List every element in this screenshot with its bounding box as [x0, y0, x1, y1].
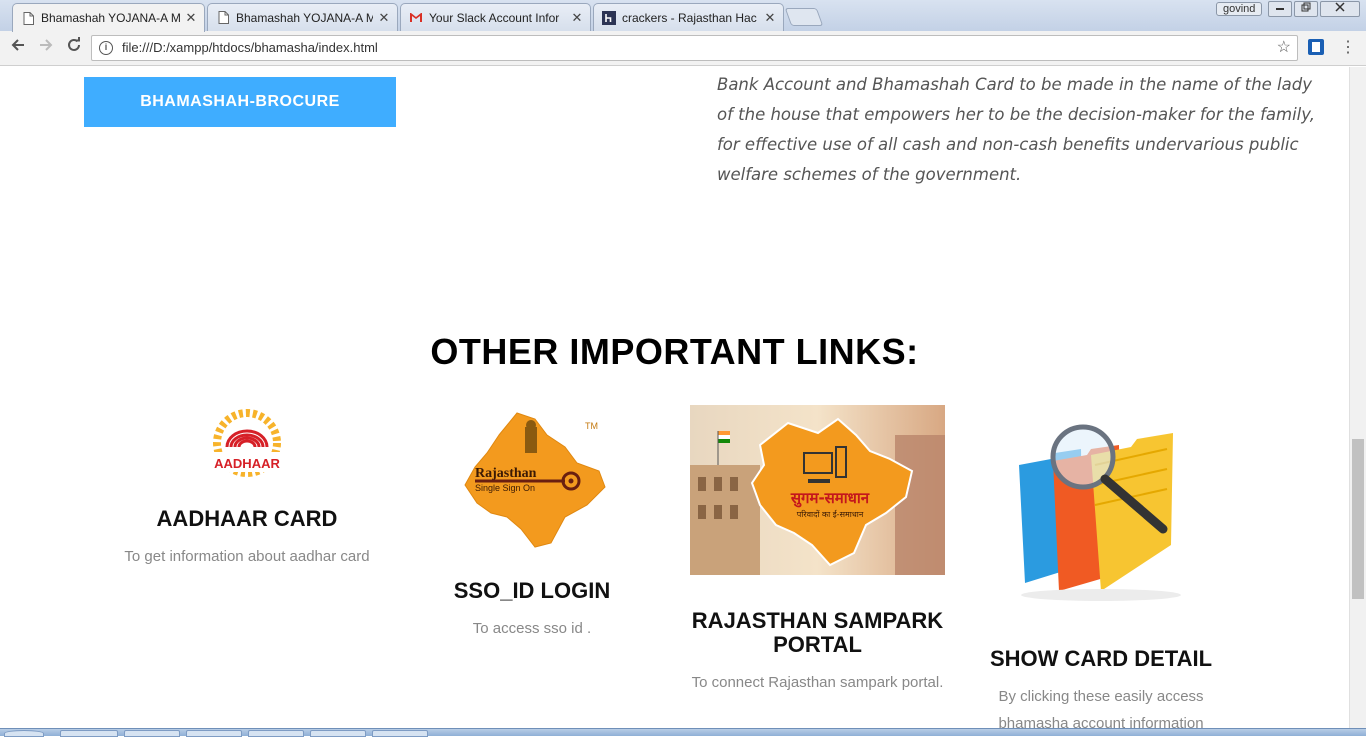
folders-image [975, 405, 1227, 605]
card-title[interactable]: SSO_ID LOGIN [412, 579, 652, 603]
aadhaar-card[interactable]: AADHAAR AADHAAR CARD To get information … [117, 405, 377, 570]
intro-paragraph: Bank Account and Bhamashah Card to be ma… [717, 75, 1315, 184]
card-description: To access sso id . [472, 620, 592, 637]
document-icon [21, 11, 35, 25]
card-description: To connect Rajasthan sampark portal. [691, 674, 944, 691]
tab-title: Bhamashah YOJANA-A M [41, 11, 180, 25]
emblem-icon [525, 420, 537, 453]
profile-button[interactable]: govind [1216, 2, 1263, 16]
tab-bhamashah-2[interactable]: Bhamashah YOJANA-A M ✕ [207, 3, 398, 31]
back-arrow-icon[interactable] [6, 37, 30, 59]
close-icon[interactable]: ✕ [763, 10, 777, 26]
hackerearth-icon [602, 10, 616, 25]
sampark-logo: सुगम-समाधान परिवादों का ई-समाधान [690, 405, 945, 575]
close-icon[interactable]: ✕ [184, 10, 198, 26]
windows-taskbar [0, 728, 1366, 737]
brocure-button[interactable]: BHAMASHAH-BROCURE [84, 77, 396, 127]
bookmark-star-icon[interactable]: ☆ [1277, 36, 1291, 60]
reload-icon[interactable] [62, 37, 86, 59]
forward-arrow-icon[interactable] [34, 37, 58, 59]
card-description: To get information about aadhar card [124, 548, 370, 565]
page-viewport: BHAMASHAH-BROCURE Bank Account and Bhama… [0, 67, 1349, 728]
aadhaar-logo-text: AADHAAR [214, 456, 280, 471]
tab-title: Bhamashah YOJANA-A M [236, 10, 373, 25]
card-description: By clicking these easily access bhamasha… [998, 688, 1204, 728]
restore-icon[interactable] [1294, 1, 1318, 17]
url-text: file:///D:/xampp/htdocs/bhamasha/index.h… [122, 40, 378, 55]
trademark-text: TM [585, 421, 598, 431]
sampark-logo-title: सुगम-समाधान [790, 489, 870, 508]
close-icon[interactable]: ✕ [377, 10, 391, 26]
minimize-icon[interactable] [1268, 1, 1292, 17]
sampark-logo-subtitle: परिवादों का ई-समाधान [797, 509, 864, 519]
tab-title: Your Slack Account Infor [429, 10, 560, 25]
card-title[interactable]: RAJASTHAN SAMPARK PORTAL [690, 609, 945, 657]
vertical-scrollbar[interactable] [1349, 67, 1366, 728]
sso-logo: TM Rajasthan Single Sign On [412, 405, 652, 555]
tab-title: crackers - Rajasthan Hac [622, 10, 757, 25]
address-bar[interactable]: i file:///D:/xampp/htdocs/bhamasha/index… [91, 35, 1298, 61]
menu-dots-icon[interactable]: ⋮ [1340, 37, 1356, 59]
sso-card[interactable]: TM Rajasthan Single Sign On SSO_ID LOGIN… [412, 405, 652, 642]
section-title: OTHER IMPORTANT LINKS: [430, 331, 919, 372]
tab-strip: Bhamashah YOJANA-A M ✕ Bhamashah YOJANA-… [0, 0, 1366, 32]
tab-slack[interactable]: Your Slack Account Infor ✕ [400, 3, 591, 31]
bookmark-extension-icon[interactable] [1308, 39, 1324, 55]
sampark-card[interactable]: सुगम-समाधान परिवादों का ई-समाधान RAJASTH… [690, 405, 945, 696]
sso-logo-title: Rajasthan [475, 466, 537, 481]
close-window-icon[interactable] [1320, 1, 1360, 17]
close-icon[interactable]: ✕ [570, 10, 584, 26]
scrollbar-thumb[interactable] [1352, 439, 1364, 599]
show-card-detail-card[interactable]: SHOW CARD DETAIL By clicking these easil… [975, 405, 1227, 728]
tab-bhamashah-1[interactable]: Bhamashah YOJANA-A M ✕ [12, 3, 205, 32]
aadhaar-logo: AADHAAR [117, 405, 377, 493]
crowd-image [895, 435, 945, 575]
info-icon[interactable]: i [99, 41, 113, 55]
new-tab-button[interactable] [784, 8, 824, 26]
card-title[interactable]: AADHAAR CARD [117, 507, 377, 531]
document-icon [216, 11, 230, 25]
building-icon [690, 465, 760, 575]
tab-hackerearth[interactable]: crackers - Rajasthan Hac ✕ [593, 3, 784, 31]
gmail-icon [409, 11, 423, 25]
card-title[interactable]: SHOW CARD DETAIL [975, 647, 1227, 671]
browser-toolbar: i file:///D:/xampp/htdocs/bhamasha/index… [0, 31, 1366, 66]
sso-logo-subtitle: Single Sign On [475, 483, 535, 493]
